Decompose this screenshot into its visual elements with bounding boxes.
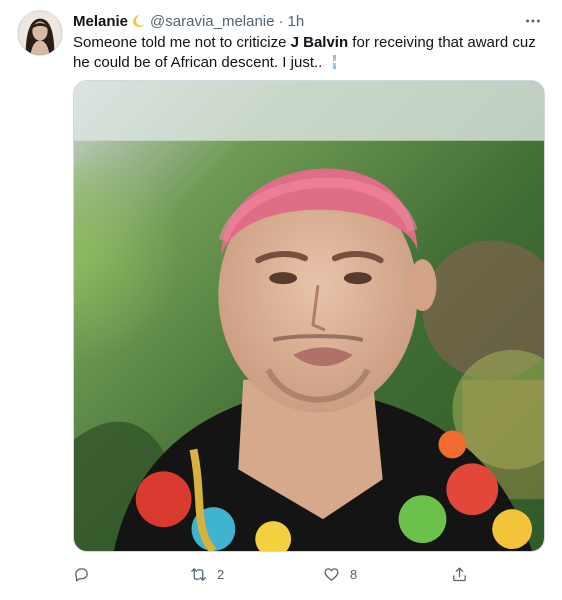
author-name[interactable]: Melanie bbox=[73, 13, 128, 30]
like-button[interactable]: 8 bbox=[323, 563, 357, 585]
reply-icon bbox=[75, 567, 88, 582]
flag-icon bbox=[330, 55, 339, 69]
share-button[interactable] bbox=[451, 563, 468, 585]
tweet: Melanie @saravia_melanie · 1h Someone to… bbox=[0, 0, 562, 600]
retweet-icon bbox=[191, 567, 206, 581]
tweet-photo[interactable] bbox=[73, 80, 545, 552]
separator-dot: · bbox=[278, 12, 284, 30]
reply-button[interactable] bbox=[73, 563, 100, 585]
tweet-text-part-1: Someone told me not to criticize bbox=[73, 34, 291, 51]
tweet-header: Melanie @saravia_melanie · 1h bbox=[73, 11, 304, 31]
author-handle[interactable]: @saravia_melanie bbox=[150, 13, 274, 30]
tweet-text-mention: J Balvin bbox=[290, 34, 349, 51]
crescent-moon-icon bbox=[132, 14, 146, 28]
tweet-time[interactable]: 1h bbox=[287, 13, 304, 30]
tweet-text: Someone told me not to criticize J Balvi… bbox=[73, 33, 543, 73]
more-options-icon[interactable] bbox=[522, 10, 544, 32]
photo-content bbox=[74, 81, 544, 551]
share-icon bbox=[453, 566, 466, 581]
retweet-button[interactable]: 2 bbox=[190, 563, 224, 585]
like-count: 8 bbox=[350, 566, 358, 582]
avatar-image bbox=[18, 11, 62, 55]
heart-icon bbox=[324, 567, 339, 581]
avatar[interactable] bbox=[17, 10, 63, 56]
tweet-actions: 2 8 bbox=[73, 563, 473, 585]
retweet-count: 2 bbox=[217, 566, 225, 582]
